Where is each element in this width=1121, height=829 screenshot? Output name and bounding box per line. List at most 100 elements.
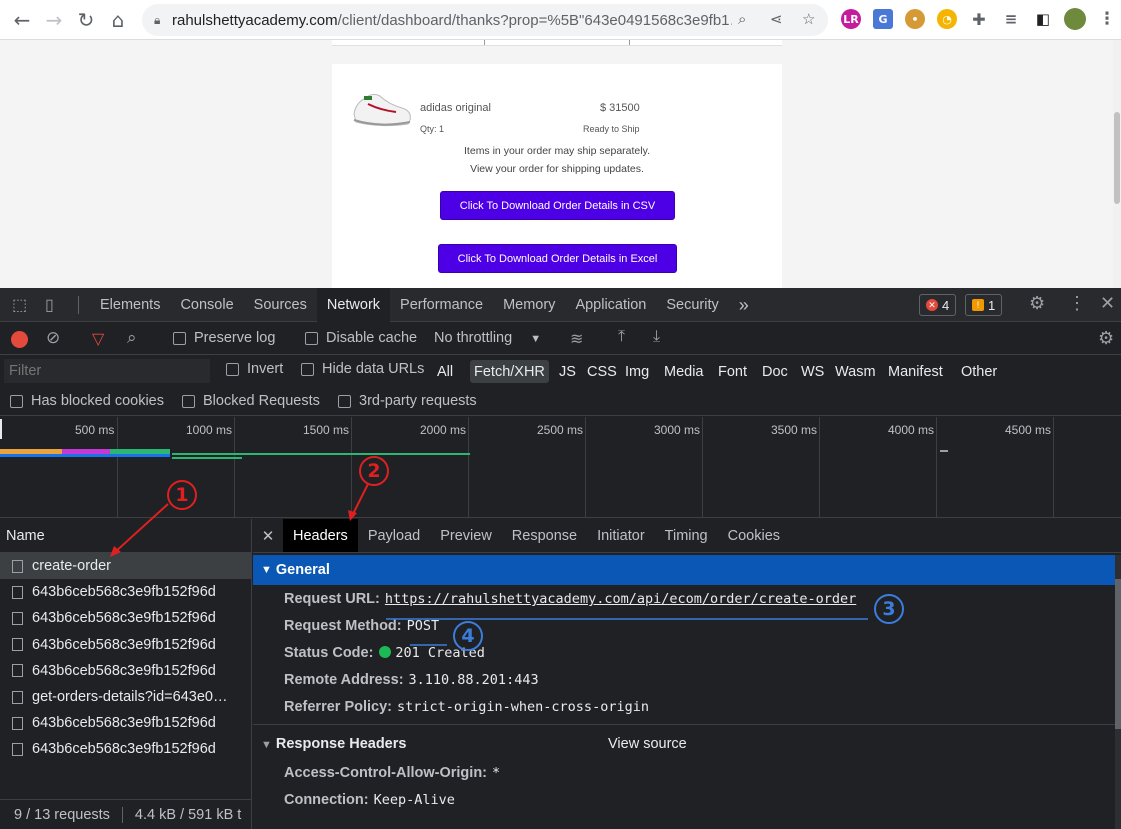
filter-bar: Invert Hide data URLs All Fetch/XHR JS C… xyxy=(0,356,1121,386)
type-font[interactable]: Font xyxy=(715,360,750,383)
forward-arrow-icon[interactable]: → xyxy=(37,3,71,37)
blocked-cookies-checkbox[interactable]: Has blocked cookies xyxy=(10,393,164,409)
tab-payload[interactable]: Payload xyxy=(358,519,430,552)
timeline-tick: 2500 ms xyxy=(537,423,584,437)
type-manifest[interactable]: Manifest xyxy=(885,360,946,383)
type-other[interactable]: Other xyxy=(958,360,1000,383)
network-toolbar: ⊘ ▽ ⌕ Preserve log Disable cache No thro… xyxy=(0,323,1121,355)
share-icon[interactable]: ⋖ xyxy=(770,10,783,28)
extensions-puzzle-icon[interactable]: ✚ xyxy=(969,9,989,29)
bookmark-star-icon[interactable]: ☆ xyxy=(802,10,815,28)
invert-checkbox[interactable]: Invert xyxy=(226,361,283,377)
request-name: 643b6ceb568c3e9fb152f96d xyxy=(32,715,216,732)
type-fetch-xhr[interactable]: Fetch/XHR xyxy=(470,360,549,383)
lock-icon: 🔒︎ xyxy=(154,12,161,27)
type-css[interactable]: CSS xyxy=(584,360,620,383)
device-toolbar-icon[interactable]: ▯ xyxy=(45,295,54,315)
response-headers-section-header[interactable]: ▼ Response Headers xyxy=(261,736,406,752)
type-ws[interactable]: WS xyxy=(798,360,827,383)
devtools-menu-icon[interactable]: ⋮ xyxy=(1068,293,1086,314)
tab-sources[interactable]: Sources xyxy=(244,288,317,322)
inspect-element-icon[interactable]: ⬚ xyxy=(12,295,27,315)
request-row[interactable]: get-orders-details?id=643e0… xyxy=(0,684,251,710)
address-bar[interactable]: 🔒︎ rahulshettyacademy.com/client/dashboa… xyxy=(142,4,828,36)
network-timeline-overview[interactable]: 500 ms 1000 ms 1500 ms 2000 ms 2500 ms 3… xyxy=(0,417,1121,518)
tab-initiator[interactable]: Initiator xyxy=(587,519,655,552)
request-row[interactable]: 643b6ceb568c3e9fb152f96d xyxy=(0,710,251,736)
speedometer-extension-icon[interactable]: ◔ xyxy=(937,9,957,29)
import-har-icon[interactable]: ⤒ xyxy=(618,328,625,346)
throttling-select[interactable]: No throttling ▼ xyxy=(434,330,541,346)
extension-lr-icon[interactable]: LR xyxy=(841,9,861,29)
profile-avatar[interactable] xyxy=(1064,8,1086,30)
tab-console[interactable]: Console xyxy=(170,288,243,322)
search-icon[interactable]: ⌕ xyxy=(127,328,137,348)
tab-cookies[interactable]: Cookies xyxy=(718,519,790,552)
name-column-header[interactable]: Name xyxy=(0,519,251,553)
export-har-icon[interactable]: ⤓ xyxy=(653,328,660,346)
type-img[interactable]: Img xyxy=(622,360,652,383)
tab-preview[interactable]: Preview xyxy=(430,519,502,552)
remote-address-label: Remote Address: xyxy=(284,672,404,688)
download-excel-button[interactable]: Click To Download Order Details in Excel xyxy=(438,244,677,273)
request-row[interactable]: 643b6ceb568c3e9fb152f96d xyxy=(0,736,251,762)
general-section-header[interactable]: ▼ General xyxy=(253,555,1115,585)
type-doc[interactable]: Doc xyxy=(759,360,791,383)
page-scrollbar[interactable] xyxy=(1113,40,1121,288)
hide-data-urls-checkbox[interactable]: Hide data URLs xyxy=(301,361,424,377)
tab-timing[interactable]: Timing xyxy=(655,519,718,552)
home-icon[interactable]: ⌂ xyxy=(101,3,135,37)
third-party-checkbox[interactable]: 3rd-party requests xyxy=(338,393,477,409)
request-row[interactable]: 643b6ceb568c3e9fb152f96d xyxy=(0,632,251,658)
request-row[interactable]: 643b6ceb568c3e9fb152f96d xyxy=(0,658,251,684)
zoom-icon[interactable]: ⌕ xyxy=(738,10,746,28)
filter-icon[interactable]: ▽ xyxy=(92,329,104,349)
blocked-requests-checkbox[interactable]: Blocked Requests xyxy=(182,393,320,409)
request-row[interactable]: 643b6ceb568c3e9fb152f96d xyxy=(0,605,251,631)
translate-extension-icon[interactable]: G xyxy=(873,9,893,29)
clear-icon[interactable]: ⊘ xyxy=(46,328,60,348)
cookie-extension-icon[interactable]: • xyxy=(905,9,925,29)
side-panel-icon[interactable]: ◧ xyxy=(1033,9,1053,29)
close-devtools-icon[interactable]: ✕ xyxy=(1100,293,1115,314)
close-details-icon[interactable]: ✕ xyxy=(253,527,283,545)
tab-application[interactable]: Application xyxy=(565,288,656,322)
request-url-value[interactable]: https://rahulshettyacademy.com/api/ecom/… xyxy=(385,591,856,607)
tab-memory[interactable]: Memory xyxy=(493,288,565,322)
type-all[interactable]: All xyxy=(434,360,456,383)
type-js[interactable]: JS xyxy=(556,360,579,383)
download-csv-button[interactable]: Click To Download Order Details in CSV xyxy=(440,191,675,220)
tab-security[interactable]: Security xyxy=(656,288,728,322)
address-url[interactable]: rahulshettyacademy.com/client/dashboard/… xyxy=(172,12,732,29)
tab-elements[interactable]: Elements xyxy=(90,288,170,322)
annotation-marker-1: 1 xyxy=(167,480,197,510)
tab-network[interactable]: Network xyxy=(316,288,391,322)
preserve-log-checkbox[interactable]: Preserve log xyxy=(173,330,275,346)
type-wasm[interactable]: Wasm xyxy=(832,360,879,383)
settings-gear-icon[interactable]: ⚙ xyxy=(1029,293,1045,314)
connection-value: Keep-Alive xyxy=(373,792,455,808)
request-row[interactable]: 643b6ceb568c3e9fb152f96d xyxy=(0,579,251,605)
tab-performance[interactable]: Performance xyxy=(390,288,493,322)
disable-cache-checkbox[interactable]: Disable cache xyxy=(305,330,417,346)
connection-header-row: Connection: Keep-Alive xyxy=(284,792,455,808)
network-conditions-icon[interactable]: ≋ xyxy=(570,329,583,349)
type-media[interactable]: Media xyxy=(661,360,707,383)
network-settings-icon[interactable]: ⚙ xyxy=(1098,328,1114,349)
remote-address-row: Remote Address: 3.110.88.201:443 xyxy=(284,672,539,688)
record-icon[interactable] xyxy=(11,331,28,348)
chrome-menu-icon[interactable]: ⋮ xyxy=(1097,9,1117,29)
back-arrow-icon[interactable]: ← xyxy=(5,3,39,37)
reload-icon[interactable]: ↻ xyxy=(69,3,103,37)
error-count-badge[interactable]: ✕ 4 xyxy=(919,294,957,316)
referrer-policy-label: Referrer Policy: xyxy=(284,699,392,715)
tab-headers[interactable]: Headers xyxy=(283,519,358,552)
tab-response[interactable]: Response xyxy=(502,519,587,552)
more-tabs-button[interactable]: » xyxy=(729,288,759,322)
warning-count-badge[interactable]: ! 1 xyxy=(965,294,1003,316)
view-source-link[interactable]: View source xyxy=(608,736,687,752)
details-scrollbar[interactable] xyxy=(1115,555,1121,829)
filter-input[interactable] xyxy=(4,359,210,383)
request-row[interactable]: create-order xyxy=(0,553,251,580)
reading-list-icon[interactable]: ≡ xyxy=(1001,9,1021,29)
